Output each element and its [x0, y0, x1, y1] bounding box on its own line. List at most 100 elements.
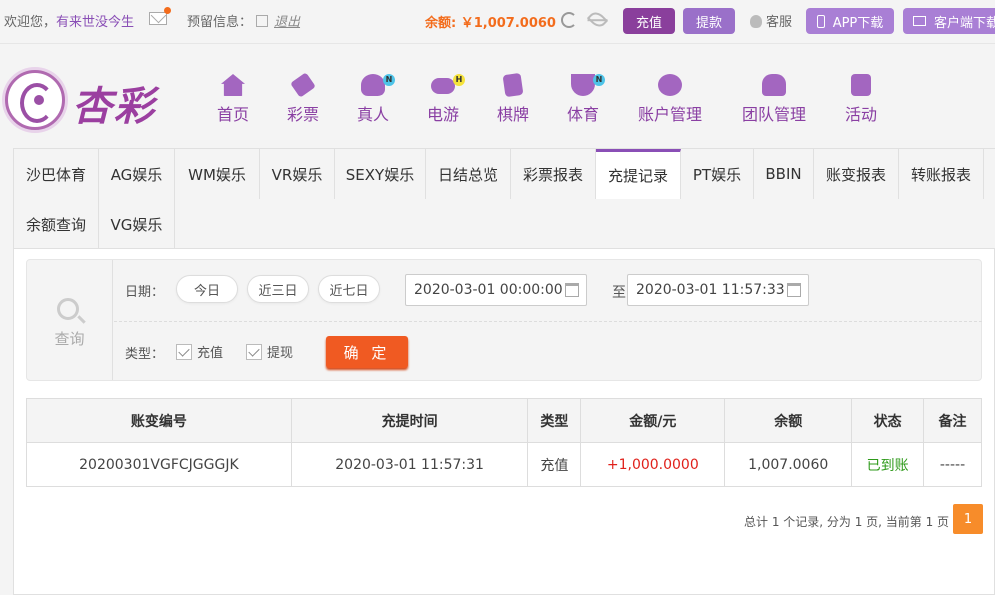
tab-bbin[interactable]: BBIN [754, 149, 814, 199]
nav-item-team[interactable]: 团队管理 [729, 66, 819, 126]
welcome-text: 欢迎您，有来世没今生 [4, 11, 134, 30]
team-icon [762, 74, 786, 96]
tab-lottery-report[interactable]: 彩票报表 [511, 149, 596, 199]
col-header: 余额 [724, 398, 853, 443]
nav-item-account[interactable]: 账户管理 [625, 66, 715, 126]
monitor-icon [913, 16, 926, 26]
tab-deposit-withdraw-records[interactable]: 充提记录 [596, 149, 681, 199]
welcome-label: 欢迎您， [4, 15, 57, 30]
balance-value: ￥1,007.0060 [460, 16, 556, 31]
end-date-field[interactable]: 2020-03-01 11:57:33 [627, 274, 809, 306]
tab-sexy[interactable]: SEXY娱乐 [335, 149, 426, 199]
cell-remark: ----- [923, 442, 982, 487]
checkbox-label: 充值 [197, 346, 224, 361]
col-header: 状态 [851, 398, 925, 443]
records-table: 账变编号 充提时间 类型 金额/元 余额 状态 备注 20200301VGFCJ… [26, 398, 982, 487]
balance-display: 余额: ￥1,007.0060 [425, 12, 556, 31]
nav-label: 账户管理 [637, 105, 702, 124]
col-header: 金额/元 [580, 398, 726, 443]
tab-pt[interactable]: PT娱乐 [681, 149, 754, 199]
service-label: 客服 [766, 15, 793, 30]
withdraw-button[interactable]: 提款 [683, 8, 735, 34]
type-withdraw-checkbox[interactable]: 提现 [246, 342, 293, 361]
live-dealer-icon [361, 74, 385, 96]
calendar-icon[interactable] [565, 283, 579, 297]
checkbox-icon [176, 343, 192, 360]
cell-transaction-id: 20200301VGFCJGGGJK [26, 442, 292, 487]
customer-service-link[interactable]: 客服 [750, 11, 792, 30]
search-label: 查询 [54, 330, 85, 348]
nav-item-live[interactable]: N 真人 [338, 66, 408, 126]
report-tabs: 沙巴体育 AG娱乐 WM娱乐 VR娱乐 SEXY娱乐 日结总览 彩票报表 充提记… [14, 149, 995, 249]
reserve-info: 预留信息： 退出 [187, 11, 300, 30]
tab-ag[interactable]: AG娱乐 [99, 149, 175, 199]
nav-item-egame[interactable]: H 电游 [408, 66, 478, 126]
nav-label: 活动 [844, 105, 877, 124]
tab-wm[interactable]: WM娱乐 [175, 149, 260, 199]
table-row: 20200301VGFCJGGGJK 2020-03-01 11:57:31 充… [26, 442, 982, 487]
nav-label: 体育 [566, 105, 599, 124]
app-download-button[interactable]: APP下载 [806, 8, 894, 34]
checkbox-icon [246, 343, 262, 360]
nav-item-lottery[interactable]: 彩票 [268, 66, 338, 126]
quick-date-today[interactable]: 今日 [176, 275, 238, 303]
tab-vr[interactable]: VR娱乐 [260, 149, 335, 199]
nav-label: 团队管理 [741, 105, 806, 124]
username-link[interactable]: 有来世没今生 [56, 15, 134, 30]
tab-vg[interactable]: VG娱乐 [99, 199, 175, 249]
date-label: 日期： [125, 285, 165, 300]
cell-balance: 1,007.0060 [724, 442, 853, 487]
page-button[interactable]: 1 [953, 504, 983, 534]
table-header-row: 账变编号 充提时间 类型 金额/元 余额 状态 备注 [26, 398, 982, 443]
mail-icon[interactable] [149, 7, 171, 25]
hide-balance-icon[interactable] [586, 8, 609, 31]
tab-balance-query[interactable]: 余额查询 [14, 199, 99, 249]
charge-button[interactable]: 充值 [623, 8, 675, 34]
client-download-button[interactable]: 客户端下载 [903, 8, 995, 34]
content-panel: 沙巴体育 AG娱乐 WM娱乐 VR娱乐 SEXY娱乐 日结总览 彩票报表 充提记… [13, 148, 995, 595]
reserve-label: 预留信息： [187, 15, 253, 30]
calendar-icon[interactable] [787, 283, 801, 297]
gift-icon [851, 74, 871, 96]
edit-icon[interactable] [256, 15, 269, 27]
cell-time: 2020-03-01 11:57:31 [290, 442, 529, 487]
divider [114, 321, 982, 322]
logo-text[interactable]: 杏彩 [72, 74, 156, 132]
new-badge: N [383, 74, 395, 86]
nav-label: 电游 [426, 105, 459, 124]
nav-label: 真人 [356, 105, 389, 124]
type-label: 类型： [125, 347, 165, 362]
tab-balance-change-report[interactable]: 账变报表 [814, 149, 899, 199]
date-to-label: 至 [612, 285, 626, 301]
site-header: 杏彩 首页 彩票 N 真人 H 电游 棋牌 N 体育 账户管理 团队管理 活动 [0, 44, 995, 148]
col-header: 充提时间 [290, 398, 529, 443]
col-header: 备注 [923, 398, 982, 443]
refresh-icon[interactable] [561, 12, 577, 28]
search-trigger[interactable]: 查询 [27, 260, 113, 380]
app-download-label: APP下载 [832, 15, 884, 31]
quick-date-7days[interactable]: 近七日 [318, 275, 380, 303]
nav-item-home[interactable]: 首页 [198, 66, 268, 126]
tab-transfer-report[interactable]: 转账报表 [899, 149, 984, 199]
quick-date-3days[interactable]: 近三日 [247, 275, 309, 303]
col-header: 类型 [527, 398, 582, 443]
logo-emblem[interactable] [5, 70, 65, 130]
top-bar: 欢迎您，有来世没今生 预留信息： 退出 余额: ￥1,007.0060 充值 提款… [0, 0, 995, 44]
search-panel: 查询 日期： 今日 近三日 近七日 2020-03-01 00:00:00 至 … [26, 259, 982, 381]
account-icon [658, 74, 682, 96]
nav-item-activity[interactable]: 活动 [826, 66, 896, 126]
cell-status: 已到账 [851, 442, 925, 487]
nav-item-chess[interactable]: 棋牌 [478, 66, 548, 126]
hot-badge: H [453, 74, 465, 86]
gamepad-icon [431, 78, 455, 94]
trophy-icon [571, 74, 595, 96]
nav-label: 彩票 [286, 105, 319, 124]
tab-daily-summary[interactable]: 日结总览 [426, 149, 511, 199]
logout-link[interactable]: 退出 [274, 15, 300, 30]
pager-summary: 总计 1 个记录, 分为 1 页, 当前第 1 页 [744, 515, 950, 529]
confirm-button[interactable]: 确 定 [326, 336, 408, 368]
type-deposit-checkbox[interactable]: 充值 [176, 342, 223, 361]
start-date-field[interactable]: 2020-03-01 00:00:00 [405, 274, 587, 306]
nav-item-sports[interactable]: N 体育 [548, 66, 618, 126]
tab-saba-sports[interactable]: 沙巴体育 [14, 149, 99, 199]
